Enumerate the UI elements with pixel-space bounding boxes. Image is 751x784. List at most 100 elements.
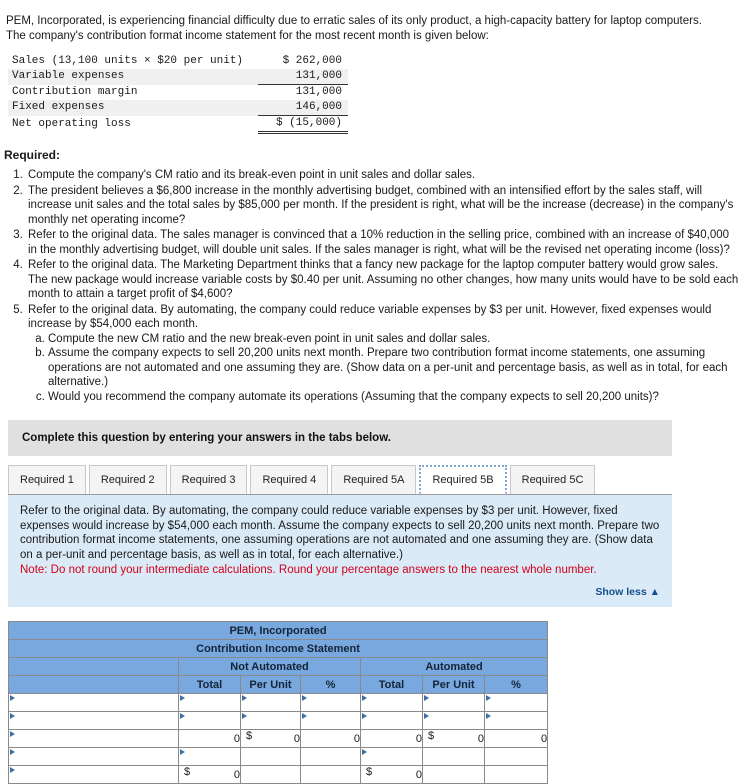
dollar-sign-icon: $ — [184, 766, 191, 778]
istmt-label-variable-expenses: Variable expenses — [8, 69, 258, 85]
grid-col-a-percent: % — [483, 675, 549, 694]
required-item-5b: Assume the company expects to sell 20,20… — [48, 346, 739, 390]
row5-na-total-number: 0 — [233, 768, 240, 781]
tab-required-1[interactable]: Required 1 — [8, 465, 86, 494]
instruction-body: Refer to the original data. By automatin… — [20, 505, 660, 561]
tab-required-5b[interactable]: Required 5B — [419, 465, 507, 494]
row3-a-per-unit-value: $ 0 — [422, 729, 485, 748]
row5-a-total-number: 0 — [415, 768, 422, 781]
row5-na-per-unit-empty — [240, 765, 301, 784]
row1-na-per-unit-input[interactable] — [240, 693, 301, 712]
table-row — [8, 693, 549, 712]
intro-paragraph: PEM, Incorporated, is experiencing finan… — [6, 15, 702, 42]
grid-group-header-spacer — [8, 657, 179, 676]
tab-required-5a[interactable]: Required 5A — [331, 465, 417, 494]
istmt-row-fixed-expenses: Fixed expenses 146,000 — [8, 100, 348, 116]
tab-required-3[interactable]: Required 3 — [169, 465, 248, 494]
row2-na-per-unit-input[interactable] — [240, 711, 301, 730]
tab-required-2[interactable]: Required 2 — [88, 465, 167, 494]
table-row — [8, 747, 549, 766]
istmt-amount-variable-expenses: 131,000 — [258, 69, 348, 85]
row4-a-percent-empty — [483, 747, 549, 766]
row1-na-total-input[interactable] — [178, 693, 241, 712]
grid-group-header-row: Not Automated Automated — [8, 657, 549, 676]
row4-a-total-input[interactable] — [360, 747, 423, 766]
row3-na-per-unit-number: 0 — [293, 732, 300, 745]
grid-col-na-per-unit: Per Unit — [240, 675, 301, 694]
row5-a-per-unit-empty — [422, 765, 485, 784]
grid-group-not-automated: Not Automated — [178, 657, 361, 676]
istmt-row-sales: Sales (13,100 units × $20 per unit) $ 26… — [8, 54, 348, 69]
required-item-5: Refer to the original data. By automatin… — [26, 303, 739, 405]
grid-group-automated: Automated — [359, 657, 549, 676]
required-item-5a: Compute the new CM ratio and the new bre… — [48, 332, 739, 347]
row1-a-per-unit-input[interactable] — [422, 693, 485, 712]
row4-na-percent-empty — [300, 747, 361, 766]
grid-col-na-total: Total — [178, 675, 241, 694]
row4-na-total-input[interactable] — [178, 747, 241, 766]
row3-na-total-value: 0 — [178, 729, 241, 748]
required-item-5-text: Refer to the original data. By automatin… — [28, 303, 712, 331]
row3-na-percent-value: 0 — [300, 729, 361, 748]
istmt-label-net-operating-loss: Net operating loss — [12, 117, 131, 130]
row4-a-per-unit-empty — [422, 747, 485, 766]
instruction-note: Note: Do not round your intermediate cal… — [20, 564, 597, 576]
required-heading: Required: — [4, 148, 61, 162]
row2-a-per-unit-input[interactable] — [422, 711, 485, 730]
requirement-tabs: Required 1 Required 2 Required 3 Require… — [8, 465, 672, 495]
show-less-link[interactable]: Show less ▲ — [595, 586, 660, 598]
grid-company-title: PEM, Incorporated — [7, 621, 549, 640]
row5-label-input[interactable] — [8, 765, 179, 784]
required-item-1: Compute the company's CM ratio and its b… — [26, 168, 739, 183]
istmt-row-net-operating-loss: Net operating loss $ (15,000) — [8, 115, 348, 134]
row3-a-per-unit-number: 0 — [477, 732, 484, 745]
table-row — [8, 711, 549, 730]
required-item-4: Refer to the original data. The Marketin… — [26, 258, 739, 302]
istmt-row-contribution-margin: Contribution margin 131,000 — [8, 85, 348, 101]
istmt-row-variable-expenses: Variable expenses 131,000 — [8, 69, 348, 85]
row1-a-percent-input[interactable] — [483, 693, 549, 712]
show-less-row: Show less ▲ — [20, 585, 660, 602]
grid-col-na-percent: % — [300, 675, 361, 694]
grid-statement-subtitle: Contribution Income Statement — [7, 639, 549, 658]
row4-label-input[interactable] — [8, 747, 179, 766]
row1-na-percent-input[interactable] — [300, 693, 361, 712]
istmt-amount-net-operating-loss: $ (15,000) — [258, 115, 348, 134]
answer-grid-wrapper: PEM, Incorporated Contribution Income St… — [7, 621, 751, 784]
row2-label-input[interactable] — [8, 711, 179, 730]
row5-na-percent-empty — [300, 765, 361, 784]
tab-required-4[interactable]: Required 4 — [250, 465, 329, 494]
grid-column-header-spacer — [8, 675, 179, 694]
row1-label-input[interactable] — [8, 693, 179, 712]
required-item-3: Refer to the original data. The sales ma… — [26, 228, 739, 257]
answer-grid: PEM, Incorporated Contribution Income St… — [7, 621, 549, 784]
grid-col-a-per-unit: Per Unit — [422, 675, 485, 694]
row3-a-percent-value: 0 — [483, 729, 549, 748]
row2-a-total-input[interactable] — [360, 711, 423, 730]
row5-na-total-value: $ 0 — [178, 765, 241, 784]
row2-na-total-input[interactable] — [178, 711, 241, 730]
required-sub-list: Compute the new CM ratio and the new bre… — [28, 332, 739, 405]
istmt-amount-contribution-margin: 131,000 — [295, 86, 342, 98]
table-row: $ 0 $ 0 — [8, 765, 549, 784]
row5-a-percent-empty — [483, 765, 549, 784]
row2-a-percent-input[interactable] — [483, 711, 549, 730]
dollar-sign-icon: $ — [366, 766, 373, 778]
tab-required-5c[interactable]: Required 5C — [509, 465, 596, 494]
istmt-label-contribution-margin: Contribution margin — [12, 85, 138, 98]
required-item-5c: Would you recommend the company automate… — [48, 390, 739, 405]
dollar-sign-icon: $ — [246, 730, 253, 742]
row3-label-input[interactable] — [8, 729, 179, 748]
row3-a-total-value: 0 — [360, 729, 423, 748]
row3-na-per-unit-value: $ 0 — [240, 729, 301, 748]
grid-col-a-total: Total — [360, 675, 423, 694]
complete-question-bar: Complete this question by entering your … — [8, 420, 672, 456]
grid-subtitle-row: Contribution Income Statement — [7, 639, 549, 658]
row2-na-percent-input[interactable] — [300, 711, 361, 730]
istmt-label-sales: Sales (13,100 units × $20 per unit) — [12, 55, 244, 67]
istmt-amount-fixed-expenses: 146,000 — [258, 100, 348, 116]
original-income-statement: Sales (13,100 units × $20 per unit) $ 26… — [8, 54, 348, 134]
instruction-panel: Refer to the original data. By automatin… — [8, 495, 672, 607]
row1-a-total-input[interactable] — [360, 693, 423, 712]
table-row: 0 $ 0 0 0 $ 0 0 — [8, 729, 549, 748]
